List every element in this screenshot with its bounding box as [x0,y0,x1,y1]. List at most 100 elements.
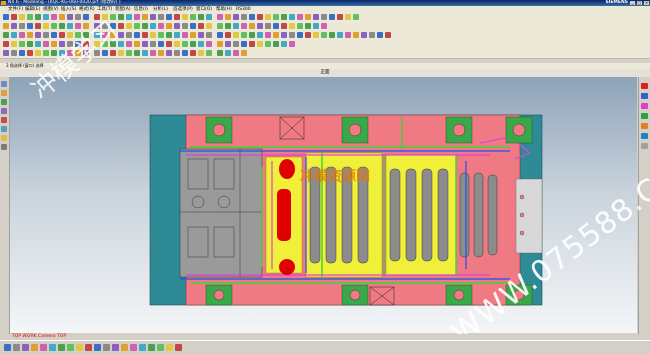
snap-point-icon[interactable] [641,83,648,89]
bottom-tool-icon[interactable] [103,344,110,351]
menu-window[interactable]: 窗口(O) [196,6,212,13]
toolbar-tool-icon[interactable] [158,23,164,29]
toolbar-tool-icon[interactable] [225,50,231,56]
bottom-tool-icon[interactable] [94,344,101,351]
toolbar-tool-icon[interactable] [313,23,319,29]
toolbar-tool-icon[interactable] [174,41,180,47]
bottom-tool-icon[interactable] [148,344,155,351]
toolbar-tool-icon[interactable] [110,14,116,20]
toolbar-tool-icon[interactable] [337,14,343,20]
part-navigator-icon[interactable] [1,99,7,105]
toolbar-tool-icon[interactable] [94,32,100,38]
measure-icon[interactable] [641,123,648,129]
toolbar-tool-icon[interactable] [182,23,188,29]
graphics-window[interactable] [10,77,637,333]
toolbar-tool-icon[interactable] [158,41,164,47]
toolbar-tool-icon[interactable] [198,23,204,29]
toolbar-tool-icon[interactable] [166,32,172,38]
toolbar-tool-icon[interactable] [102,23,108,29]
toolbar-tool-icon[interactable] [102,32,108,38]
toolbar-tool-icon[interactable] [273,41,279,47]
toolbar-tool-icon[interactable] [43,23,49,29]
toolbar-tool-icon[interactable] [233,41,239,47]
toolbar-tool-icon[interactable] [281,14,287,20]
bottom-tool-icon[interactable] [67,344,74,351]
toolbar-tool-icon[interactable] [249,32,255,38]
toolbar-tool-icon[interactable] [225,41,231,47]
toolbar-tool-icon[interactable] [67,41,73,47]
toolbar-tool-icon[interactable] [206,14,212,20]
toolbar-tool-icon[interactable] [217,23,223,29]
toolbar-tool-icon[interactable] [313,14,319,20]
menu-format[interactable]: 格式(R) [79,6,95,13]
toolbar-tool-icon[interactable] [11,41,17,47]
toolbar-tool-icon[interactable] [329,14,335,20]
view-orient-icon[interactable] [641,93,648,99]
toolbar-tool-icon[interactable] [67,23,73,29]
web-browser-icon[interactable] [1,135,7,141]
toolbar-tool-icon[interactable] [233,14,239,20]
toolbar-tool-icon[interactable] [305,32,311,38]
menu-tools[interactable]: 工具(T) [97,6,112,13]
toolbar-tool-icon[interactable] [265,14,271,20]
toolbar-tool-icon[interactable] [166,41,172,47]
toolbar-tool-icon[interactable] [361,32,367,38]
toolbar-tool-icon[interactable] [241,32,247,38]
bottom-tool-icon[interactable] [157,344,164,351]
bottom-tool-icon[interactable] [22,344,29,351]
toolbar-tool-icon[interactable] [27,41,33,47]
toolbar-tool-icon[interactable] [377,32,383,38]
bottom-tool-icon[interactable] [121,344,128,351]
roles-icon[interactable] [1,144,7,150]
menu-edit[interactable]: 编辑(E) [25,6,40,13]
menu-insert[interactable]: 插入(S) [61,6,76,13]
toolbar-tool-icon[interactable] [217,14,223,20]
toolbar-tool-icon[interactable] [75,50,81,56]
toolbar-tool-icon[interactable] [83,50,89,56]
toolbar-tool-icon[interactable] [182,32,188,38]
toolbar-tool-icon[interactable] [233,50,239,56]
toolbar-tool-icon[interactable] [102,50,108,56]
menu-help[interactable]: 帮助(H) [216,6,232,13]
toolbar-tool-icon[interactable] [67,32,73,38]
toolbar-tool-icon[interactable] [182,41,188,47]
toolbar-tool-icon[interactable] [174,32,180,38]
toolbar-tool-icon[interactable] [190,14,196,20]
toolbar-tool-icon[interactable] [206,50,212,56]
toolbar-tool-icon[interactable] [337,32,343,38]
toolbar-tool-icon[interactable] [150,41,156,47]
toolbar-tool-icon[interactable] [217,50,223,56]
toolbar-tool-icon[interactable] [59,23,65,29]
toolbar-tool-icon[interactable] [126,41,132,47]
bottom-tool-icon[interactable] [58,344,65,351]
toolbar-tool-icon[interactable] [134,23,140,29]
toolbar-tool-icon[interactable] [233,23,239,29]
toolbar-tool-icon[interactable] [305,23,311,29]
history-icon[interactable] [1,117,7,123]
toolbar-tool-icon[interactable] [19,41,25,47]
toolbar-tool-icon[interactable] [59,32,65,38]
toolbar-tool-icon[interactable] [19,14,25,20]
menu-info[interactable]: 信息(I) [134,6,148,13]
toolbar-tool-icon[interactable] [225,14,231,20]
toolbar-tool-icon[interactable] [11,23,17,29]
toolbar-tool-icon[interactable] [321,14,327,20]
toolbar-tool-icon[interactable] [206,23,212,29]
toolbar-tool-icon[interactable] [321,23,327,29]
toolbar-tool-icon[interactable] [83,41,89,47]
toolbar-tool-icon[interactable] [27,14,33,20]
bottom-tool-icon[interactable] [139,344,146,351]
fit-view-icon[interactable] [641,143,648,149]
toolbar-tool-icon[interactable] [83,32,89,38]
toolbar-tool-icon[interactable] [110,32,116,38]
toolbar-tool-icon[interactable] [249,14,255,20]
toolbar-tool-icon[interactable] [174,50,180,56]
toolbar-tool-icon[interactable] [233,32,239,38]
toolbar-tool-icon[interactable] [353,14,359,20]
toolbar-tool-icon[interactable] [190,50,196,56]
toolbar-tool-icon[interactable] [75,23,81,29]
render-style-icon[interactable] [641,103,648,109]
toolbar-tool-icon[interactable] [281,32,287,38]
toolbar-tool-icon[interactable] [190,41,196,47]
toolbar-tool-icon[interactable] [43,41,49,47]
